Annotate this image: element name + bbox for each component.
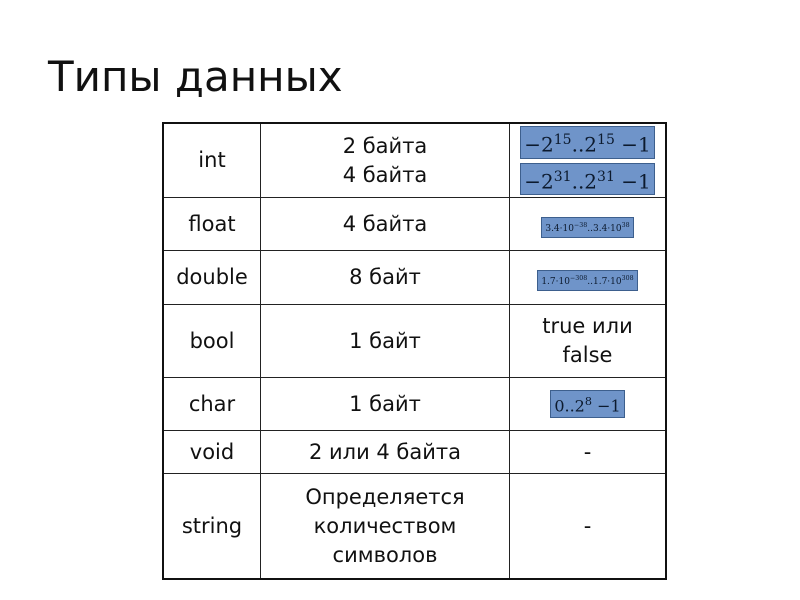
type-cell: void [162, 430, 261, 475]
range-formula: −231..231 −1 [520, 162, 655, 196]
formula-text: −1 [591, 395, 621, 415]
table-row: char 1 байт 0..28 −1 [162, 377, 667, 432]
range-formula: 3.4·10−38..3.4·1038 [541, 216, 634, 238]
formula-text: ..2 [571, 132, 598, 157]
range-cell: - [509, 430, 667, 475]
range-cell: 1.7·10−308..1.7·10308 [509, 250, 667, 306]
table-row: float 4 байта 3.4·10−38..3.4·1038 [162, 197, 667, 252]
range-cell: −215..215 −1 −231..231 −1 [509, 122, 667, 199]
range-cell: - [509, 473, 667, 580]
exponent: −38 [573, 221, 588, 229]
size-line: 1 байт [349, 328, 421, 353]
range-text: true или [542, 314, 633, 339]
size-line: 2 байта [342, 133, 428, 158]
size-cell: Определяется количеством символов [260, 473, 510, 580]
exponent: 15 [553, 132, 572, 148]
table-row: double 8 байт 1.7·10−308..1.7·10308 [162, 250, 667, 306]
range-cell: 3.4·10−38..3.4·1038 [509, 197, 667, 252]
size-line: 4 байта [342, 211, 428, 236]
type-cell: double [162, 250, 261, 306]
formula-text: −1 [614, 132, 651, 157]
range-text: - [583, 513, 592, 538]
range-text: - [583, 439, 592, 464]
size-line: 1 байт [349, 391, 421, 416]
table-row: bool 1 байт true или false [162, 304, 667, 379]
size-cell: 2 байта 4 байта [260, 122, 510, 199]
exponent: 308 [621, 275, 634, 283]
size-line: количеством [313, 513, 457, 538]
formula-text: ..2 [571, 169, 598, 194]
type-cell: string [162, 473, 261, 580]
size-line: 2 или 4 байта [308, 439, 462, 464]
exponent: 8 [584, 394, 592, 408]
exponent: 38 [621, 221, 630, 229]
formula-text: ..1.7·10 [587, 277, 622, 288]
range-formula: 0..28 −1 [550, 389, 625, 418]
range-formula: −215..215 −1 [520, 126, 655, 159]
exponent: 31 [553, 168, 572, 185]
type-cell: int [162, 122, 261, 199]
formula-text: −2 [524, 132, 554, 157]
size-cell: 4 байта [260, 197, 510, 252]
range-text: false [562, 343, 613, 368]
data-types-table: int 2 байта 4 байта −215..215 −1 −231..231 −… [162, 122, 667, 580]
size-cell: 1 байт [260, 304, 510, 379]
range-cell: 0..28 −1 [509, 377, 667, 432]
exponent: 31 [597, 168, 615, 185]
formula-text: 1.7·10 [541, 277, 570, 288]
formula-text: 3.4·10 [545, 223, 574, 234]
table-row: string Определяется количеством символов - [162, 473, 667, 580]
formula-text: −2 [524, 169, 554, 194]
size-cell: 1 байт [260, 377, 510, 432]
page-title: Типы данных [48, 52, 343, 101]
size-cell: 8 байт [260, 250, 510, 306]
range-formula: 1.7·10−308..1.7·10308 [537, 270, 638, 292]
exponent: 15 [597, 132, 615, 148]
formula-text: 0..2 [554, 395, 585, 415]
formula-text: −1 [614, 169, 651, 194]
size-cell: 2 или 4 байта [260, 430, 510, 475]
type-cell: bool [162, 304, 261, 379]
type-cell: float [162, 197, 261, 252]
table-row: int 2 байта 4 байта −215..215 −1 −231..231 −… [162, 122, 667, 199]
type-cell: char [162, 377, 261, 432]
table-row: void 2 или 4 байта - [162, 430, 667, 475]
exponent: −308 [569, 275, 588, 283]
size-line: символов [332, 542, 438, 567]
range-cell: true или false [509, 304, 667, 379]
size-line: Определяется [305, 484, 465, 509]
size-line: 4 байта [342, 162, 428, 187]
formula-text: ..3.4·10 [587, 223, 622, 234]
size-line: 8 байт [349, 265, 421, 290]
